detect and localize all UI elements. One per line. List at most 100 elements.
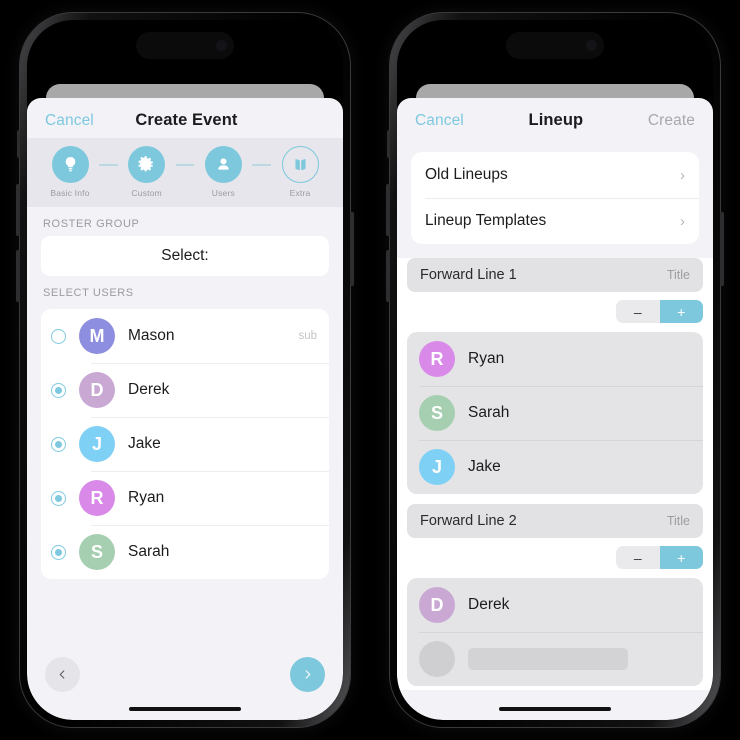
chevron-left-icon: [59, 669, 65, 679]
step-custom[interactable]: Custom: [118, 146, 176, 198]
line-title-bar[interactable]: Forward Line 2 Title: [407, 504, 703, 538]
create-button[interactable]: Create: [648, 112, 695, 130]
line-block-2: Forward Line 2 Title – + D Derek: [397, 504, 713, 686]
volume-down-button[interactable]: [386, 250, 390, 302]
roster-group-select[interactable]: Select:: [41, 236, 329, 276]
avatar: S: [419, 395, 455, 431]
step-extra[interactable]: Extra: [271, 146, 329, 198]
menu-item-label: Old Lineups: [425, 166, 508, 183]
wizard-stepper: Basic Info Custom Users Extra: [27, 138, 343, 207]
radio-button[interactable]: [51, 544, 66, 560]
quantity-stepper[interactable]: – +: [616, 300, 703, 323]
screenshot-stage: Cancel Create Event Basic Info Custom Us…: [0, 0, 740, 740]
list-item-label: Jake: [128, 435, 161, 452]
line-title-tag: Title: [666, 514, 690, 528]
step-basic-info-circle: [51, 146, 89, 183]
member-name: Jake: [468, 458, 501, 475]
quantity-stepper[interactable]: – +: [616, 546, 703, 569]
previous-step-button[interactable]: [45, 656, 80, 692]
list-item[interactable]: S Sarah: [41, 525, 329, 579]
radio-button[interactable]: [51, 328, 66, 344]
status-badge: sub: [298, 330, 317, 342]
step-connector-2: [175, 164, 195, 166]
radio-button[interactable]: [51, 382, 66, 398]
radio-dot: [55, 386, 62, 394]
member-name: Sarah: [468, 404, 510, 421]
next-step-button[interactable]: [290, 656, 325, 692]
book-icon: [294, 159, 306, 171]
radio-button[interactable]: [51, 436, 66, 452]
step-extra-label: Extra: [289, 188, 311, 198]
screen-left: Cancel Create Event Basic Info Custom Us…: [27, 20, 343, 720]
select-users-label: SELECT USERS: [43, 287, 134, 299]
increment-button[interactable]: +: [659, 546, 703, 569]
roster-group-select-value: Select:: [161, 247, 209, 264]
increment-button[interactable]: +: [659, 300, 703, 323]
create-event-content: ROSTER GROUP Select: SELECT USERS M Maso…: [27, 207, 343, 642]
step-users-circle: [204, 146, 242, 183]
screen-right: Cancel Lineup Create Old Lineups › Lineu…: [397, 20, 713, 720]
volume-up-button[interactable]: [386, 184, 390, 236]
line-count-stepper-wrap: – +: [407, 300, 703, 323]
table-row[interactable]: J Jake: [407, 440, 703, 494]
home-indicator[interactable]: [499, 707, 611, 711]
table-row[interactable]: D Derek: [407, 578, 703, 632]
step-users[interactable]: Users: [194, 146, 252, 198]
table-row[interactable]: S Sarah: [407, 386, 703, 440]
phone-left: Cancel Create Event Basic Info Custom Us…: [16, 12, 354, 728]
menu-item-lineup-templates[interactable]: Lineup Templates ›: [411, 198, 699, 244]
line-title-bar[interactable]: Forward Line 1 Title: [407, 258, 703, 292]
loading-placeholder-row: [407, 632, 703, 686]
list-item[interactable]: M Mason sub: [41, 309, 329, 363]
list-item-label: Derek: [128, 381, 170, 398]
radio-dot: [55, 494, 62, 502]
front-camera-icon: [586, 40, 597, 51]
avatar: S: [79, 534, 115, 570]
list-item-label: Ryan: [128, 489, 165, 506]
silence-switch[interactable]: [17, 130, 20, 158]
avatar: J: [79, 426, 115, 462]
radio-button[interactable]: [51, 490, 66, 506]
power-button[interactable]: [350, 212, 354, 286]
line-member-list: D Derek: [407, 578, 703, 686]
list-item-label: Sarah: [128, 543, 170, 560]
line-member-list: R Ryan S Sarah J Jake: [407, 332, 703, 494]
user-list: M Mason sub D Derek J Jake R Ryan S Sara…: [41, 309, 329, 579]
power-button[interactable]: [720, 212, 724, 286]
table-row[interactable]: R Ryan: [407, 332, 703, 386]
line-title-tag: Title: [666, 268, 690, 282]
avatar: M: [79, 318, 115, 354]
line-count-stepper-wrap: – +: [407, 546, 703, 569]
step-basic-info[interactable]: Basic Info: [41, 146, 99, 198]
decrement-button[interactable]: –: [616, 546, 660, 569]
line-block-1: Forward Line 1 Title – + R Ryan S Sarah …: [397, 258, 713, 494]
cancel-button[interactable]: Cancel: [415, 112, 464, 130]
step-connector-3: [252, 164, 272, 166]
lightbulb-icon: [65, 157, 75, 172]
cancel-button[interactable]: Cancel: [45, 112, 94, 130]
create-event-sheet: Cancel Create Event Basic Info Custom Us…: [27, 98, 343, 720]
volume-up-button[interactable]: [16, 184, 20, 236]
radio-dot: [55, 440, 62, 448]
list-item[interactable]: R Ryan: [41, 471, 329, 525]
step-custom-label: Custom: [131, 188, 162, 198]
chevron-right-icon: [305, 669, 311, 679]
list-item[interactable]: D Derek: [41, 363, 329, 417]
navbar-left: Cancel Create Event: [27, 98, 343, 138]
chevron-right-icon: ›: [680, 212, 685, 230]
list-item[interactable]: J Jake: [41, 417, 329, 471]
home-indicator[interactable]: [129, 707, 241, 711]
step-custom-circle: [128, 146, 166, 183]
silence-switch[interactable]: [387, 130, 390, 158]
page-title: Lineup: [528, 111, 584, 129]
avatar: R: [419, 341, 455, 377]
menu-item-old-lineups[interactable]: Old Lineups ›: [411, 152, 699, 198]
lineup-lines: Forward Line 1 Title – + R Ryan S Sarah …: [397, 258, 713, 690]
step-basic-info-label: Basic Info: [50, 188, 90, 198]
volume-down-button[interactable]: [16, 250, 20, 302]
lineup-sheet: Cancel Lineup Create Old Lineups › Lineu…: [397, 98, 713, 720]
member-name: Derek: [468, 596, 510, 613]
step-extra-circle: [281, 146, 319, 183]
dynamic-island: [136, 32, 234, 59]
decrement-button[interactable]: –: [616, 300, 660, 323]
